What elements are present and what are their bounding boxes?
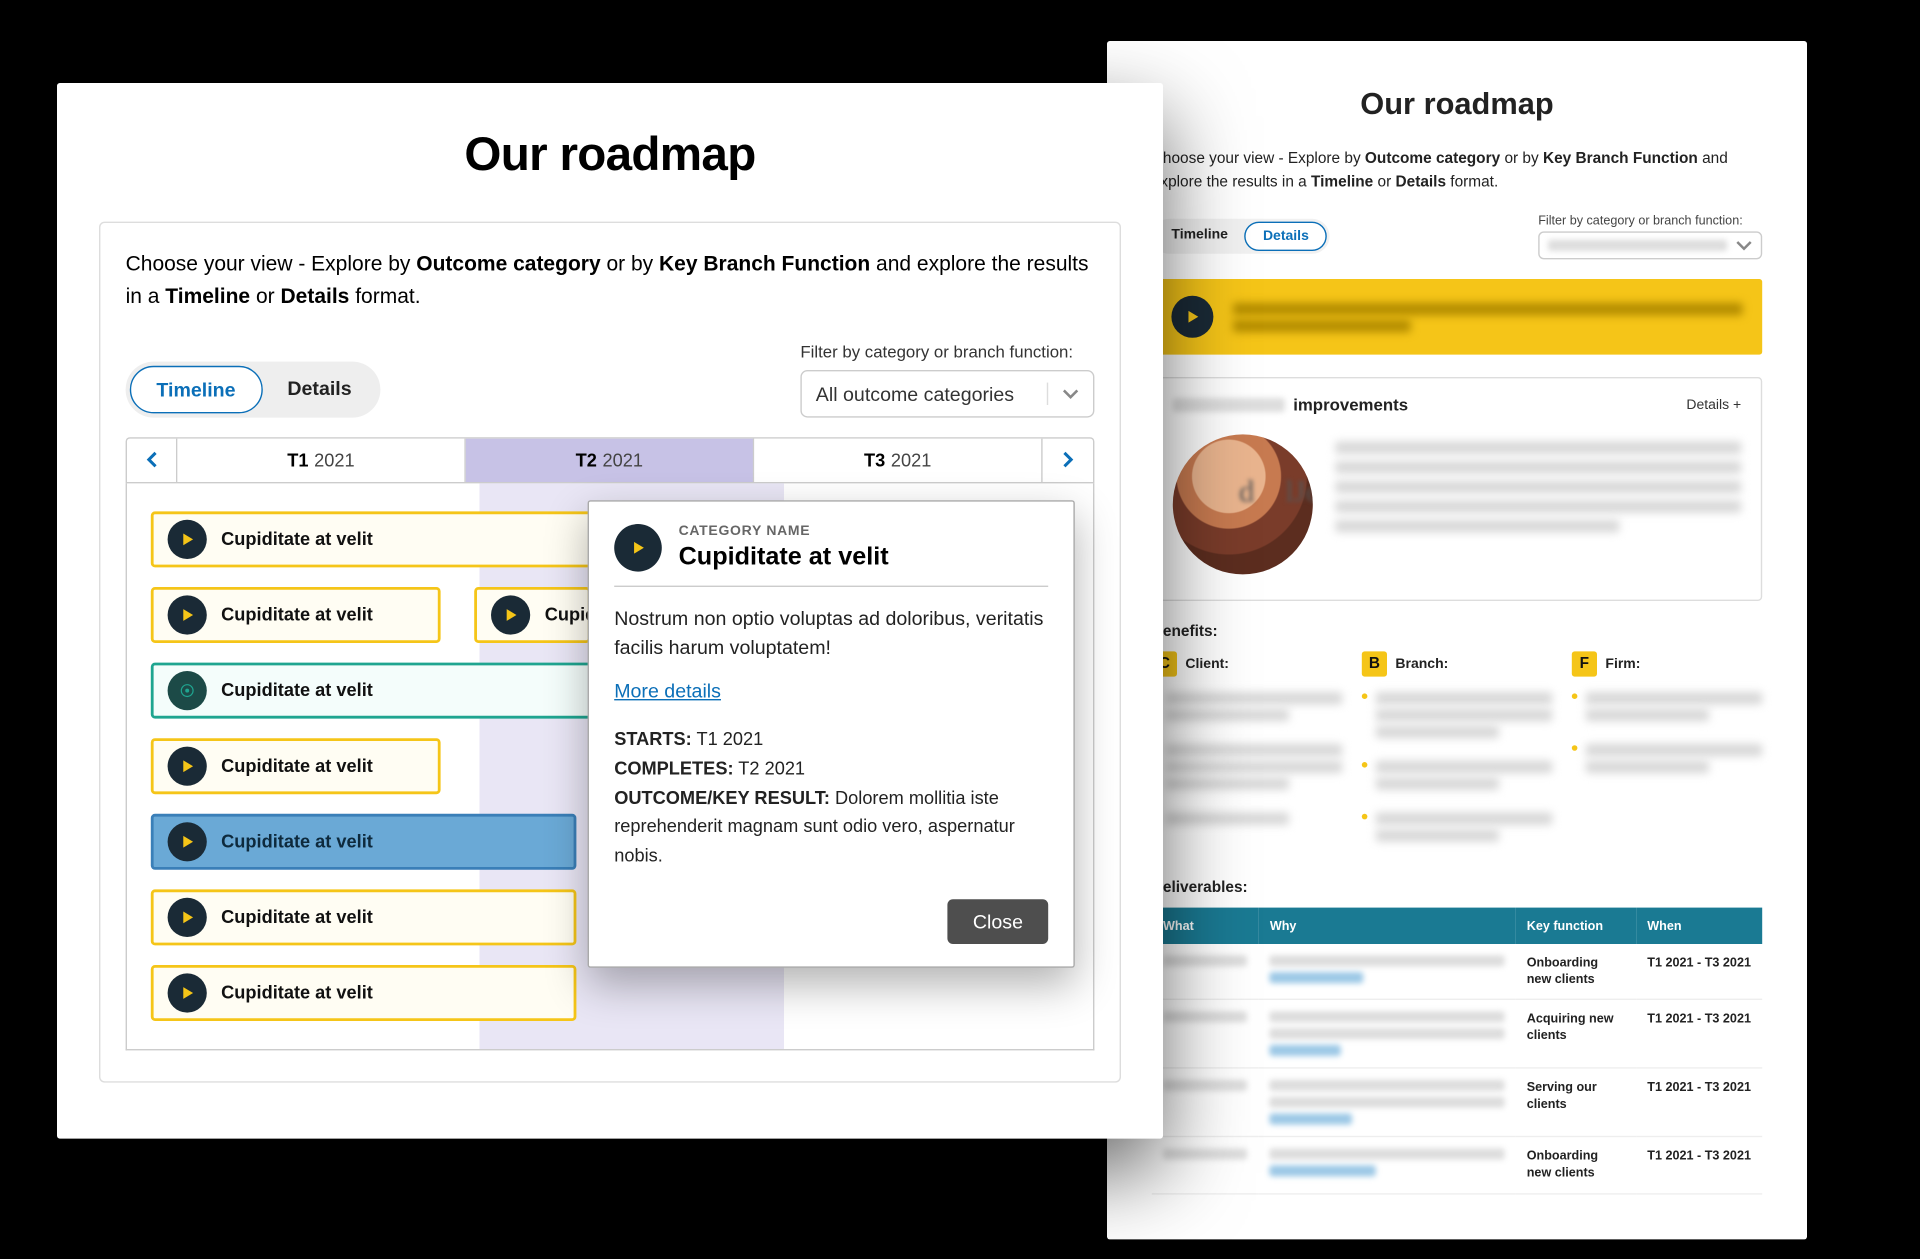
chevron-left-icon bbox=[143, 451, 160, 468]
redacted-text bbox=[1270, 1148, 1505, 1159]
chevron-down-icon bbox=[1736, 237, 1753, 254]
filter-select[interactable]: All outcome categories bbox=[800, 369, 1094, 417]
redacted-text bbox=[1233, 318, 1411, 331]
category-icon bbox=[1171, 295, 1213, 337]
roadmap-item[interactable]: Cupiditate at velit bbox=[151, 586, 441, 642]
intro-text: Choose your view - Explore by Outcome ca… bbox=[1152, 147, 1762, 193]
redacted-text bbox=[1270, 1080, 1505, 1091]
col-key-function: Key function bbox=[1516, 907, 1637, 943]
item-detail-popup: CATEGORY NAME Cupiditate at velit Nostru… bbox=[588, 500, 1075, 968]
redacted-text bbox=[1163, 955, 1247, 966]
details-expand-button[interactable]: Details + bbox=[1686, 397, 1741, 412]
avatar bbox=[1173, 434, 1313, 574]
category-icon bbox=[168, 670, 207, 709]
page-title: Our roadmap bbox=[1152, 85, 1762, 121]
close-button[interactable]: Close bbox=[948, 899, 1049, 944]
redacted-paragraph bbox=[1335, 434, 1741, 539]
redacted-text bbox=[1163, 1011, 1247, 1022]
category-icon bbox=[614, 524, 662, 572]
badge-branch: B bbox=[1362, 651, 1387, 676]
improvements-card: improvements Details + bbox=[1152, 377, 1762, 601]
card-title: improvements bbox=[1173, 395, 1408, 415]
popup-metadata: STARTS: T1 2021 COMPLETES: T2 2021 OUTCO… bbox=[614, 725, 1048, 871]
details-view-card: Our roadmap Choose your view - Explore b… bbox=[1107, 41, 1807, 1239]
tab-timeline[interactable]: Timeline bbox=[130, 365, 262, 413]
category-icon bbox=[168, 519, 207, 558]
redacted-link[interactable] bbox=[1270, 1165, 1376, 1176]
popup-title: Cupiditate at velit bbox=[679, 542, 889, 571]
table-row: Onboarding new clients T1 2021 - T3 2021 bbox=[1152, 944, 1762, 1000]
col-when: When bbox=[1636, 907, 1762, 943]
popup-description: Nostrum non optio voluptas ad doloribus,… bbox=[614, 603, 1048, 662]
table-row: Serving our clients T1 2021 - T3 2021 bbox=[1152, 1068, 1762, 1137]
badge-firm: F bbox=[1572, 651, 1597, 676]
tab-details[interactable]: Details bbox=[1245, 221, 1327, 250]
redacted-link[interactable] bbox=[1270, 972, 1364, 983]
table-row: Onboarding new clients T1 2021 - T3 2021 bbox=[1152, 1137, 1762, 1194]
redacted-link[interactable] bbox=[1270, 1045, 1340, 1056]
redacted-text bbox=[1163, 1080, 1247, 1091]
category-icon bbox=[492, 594, 531, 633]
period-t1: T12021 bbox=[177, 437, 465, 480]
tab-timeline[interactable]: Timeline bbox=[1155, 221, 1245, 250]
filter-label: Filter by category or branch function: bbox=[800, 341, 1094, 361]
timeline-view-card: Our roadmap Choose your view - Explore b… bbox=[57, 83, 1163, 1138]
chevron-right-icon bbox=[1059, 451, 1076, 468]
redacted-text bbox=[1163, 1148, 1247, 1159]
benefits-heading: Benefits: bbox=[1152, 623, 1762, 640]
prev-period-button[interactable] bbox=[127, 437, 177, 480]
intro-text: Choose your view - Explore by Outcome ca… bbox=[126, 248, 1095, 313]
period-t2: T22021 bbox=[466, 437, 754, 480]
page-title: Our roadmap bbox=[99, 127, 1121, 182]
redacted-text bbox=[1270, 1011, 1505, 1022]
filter-value: All outcome categories bbox=[816, 381, 1014, 403]
more-details-link[interactable]: More details bbox=[614, 676, 721, 705]
col-why: Why bbox=[1259, 907, 1516, 943]
redacted-text bbox=[1270, 1097, 1505, 1108]
view-toggle: Timeline Details bbox=[1152, 218, 1330, 253]
chevron-down-icon bbox=[1062, 384, 1079, 401]
view-toggle: Timeline Details bbox=[126, 360, 381, 416]
period-t3: T32021 bbox=[754, 437, 1042, 480]
popup-category-label: CATEGORY NAME bbox=[679, 524, 889, 539]
table-row: Acquiring new clients T1 2021 - T3 2021 bbox=[1152, 999, 1762, 1068]
col-what: What bbox=[1152, 907, 1259, 943]
deliverables-heading: Deliverables: bbox=[1152, 879, 1762, 896]
roadmap-item-selected[interactable]: Cupiditate at velit bbox=[151, 813, 576, 869]
filter-select[interactable] bbox=[1538, 231, 1762, 259]
category-icon bbox=[168, 972, 207, 1011]
category-banner bbox=[1152, 279, 1762, 355]
tab-details[interactable]: Details bbox=[262, 365, 377, 413]
category-icon bbox=[168, 897, 207, 936]
redacted-text bbox=[1173, 398, 1285, 412]
redacted-text bbox=[1270, 955, 1505, 966]
roadmap-item[interactable]: Cupiditate at velit bbox=[151, 888, 576, 944]
timeline-header: T12021 T22021 T32021 bbox=[126, 436, 1095, 482]
benefits-columns: CClient: BBranch: FFirm: bbox=[1152, 651, 1762, 860]
redacted-text bbox=[1233, 302, 1743, 315]
category-icon bbox=[168, 821, 207, 860]
roadmap-item[interactable]: Cupiditate at velit bbox=[151, 964, 576, 1020]
roadmap-item[interactable]: Cupiditate at velit bbox=[151, 737, 441, 793]
redacted-link[interactable] bbox=[1270, 1113, 1352, 1124]
roadmap-item[interactable]: Cupiditate at bbox=[475, 586, 591, 642]
filter-label: Filter by category or branch function: bbox=[1538, 213, 1762, 227]
redacted-text bbox=[1270, 1028, 1505, 1039]
redacted-text bbox=[1548, 239, 1727, 250]
next-period-button[interactable] bbox=[1043, 437, 1093, 480]
deliverables-table: What Why Key function When Onboarding ne… bbox=[1152, 907, 1762, 1194]
category-icon bbox=[168, 745, 207, 784]
category-icon bbox=[168, 594, 207, 633]
timeline-panel: Choose your view - Explore by Outcome ca… bbox=[99, 221, 1121, 1081]
